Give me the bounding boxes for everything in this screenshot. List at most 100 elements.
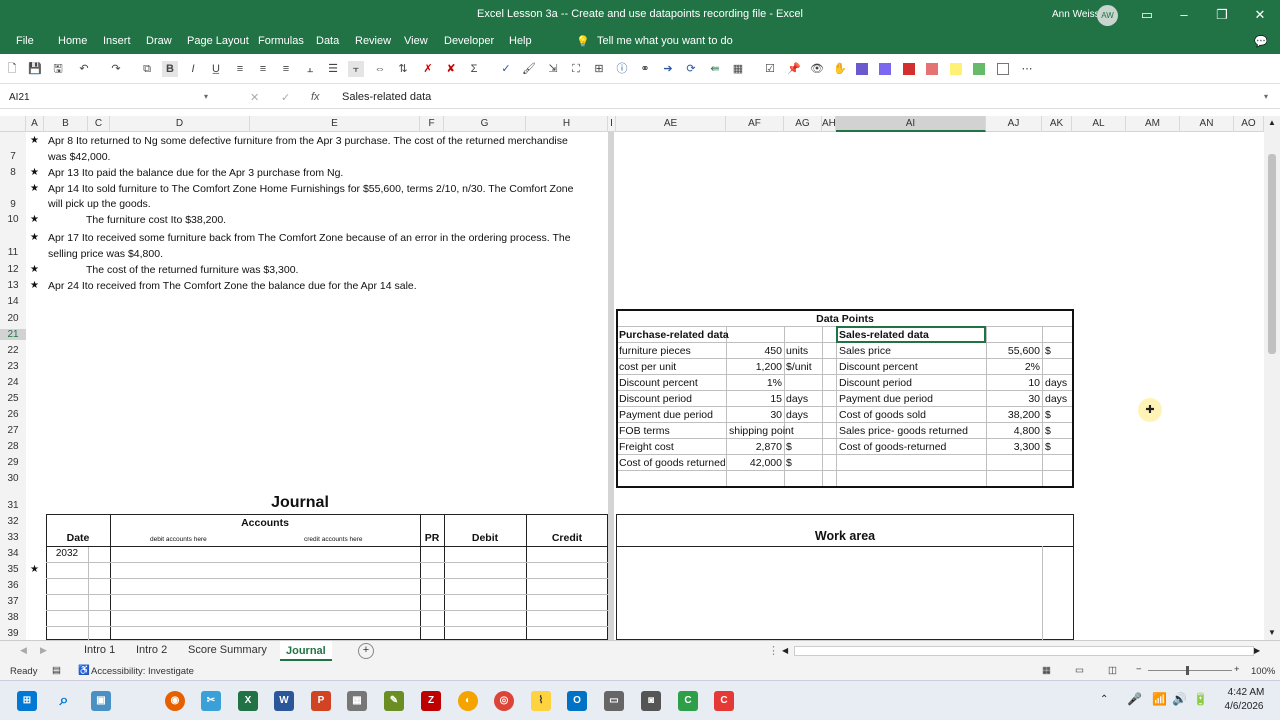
- sales-label[interactable]: Cost of goods sold: [839, 407, 926, 423]
- row-header[interactable]: 31: [0, 500, 26, 511]
- clear-format-icon[interactable]: ✗: [420, 61, 436, 77]
- color-violet-icon[interactable]: [879, 63, 891, 75]
- sales-unit[interactable]: days: [1045, 375, 1067, 391]
- row-header[interactable]: 7: [0, 151, 26, 162]
- col-header-g[interactable]: G: [444, 116, 526, 132]
- zoom-thumb[interactable]: [1186, 666, 1189, 675]
- row-header[interactable]: 24: [0, 377, 26, 388]
- sales-unit[interactable]: $: [1045, 423, 1051, 439]
- purchase-label[interactable]: Discount percent: [619, 375, 698, 391]
- transaction-text[interactable]: The furniture cost Ito $38,200.: [86, 214, 226, 226]
- transaction-text[interactable]: Apr 24 Ito received from The Comfort Zon…: [48, 280, 417, 292]
- scroll-down-icon[interactable]: ▼: [1268, 628, 1276, 637]
- sheet-tab-score-summary[interactable]: Score Summary: [188, 644, 267, 656]
- scroll-up-icon[interactable]: ▲: [1268, 118, 1276, 127]
- table-icon[interactable]: ▦: [730, 61, 746, 77]
- freeze-pane-splitter[interactable]: [608, 132, 614, 640]
- copy-icon[interactable]: ⧉: [139, 61, 155, 77]
- snipping-tool-icon[interactable]: ✂: [201, 691, 221, 711]
- row-header[interactable]: 39: [0, 628, 26, 639]
- align-left-icon[interactable]: ≡: [232, 61, 248, 77]
- grid-icon[interactable]: ⊞: [591, 61, 607, 77]
- col-header-b[interactable]: B: [44, 116, 88, 132]
- chrome-icon[interactable]: ◎: [494, 691, 514, 711]
- purchase-label[interactable]: Payment due period: [619, 407, 713, 423]
- sales-label[interactable]: Discount period: [839, 375, 912, 391]
- notepad-icon[interactable]: ✎: [384, 691, 404, 711]
- sales-value[interactable]: 3,300: [986, 439, 1040, 455]
- restore-icon[interactable]: ❐: [1211, 5, 1233, 25]
- word-icon[interactable]: W: [274, 691, 294, 711]
- more-icon[interactable]: ⋯: [1019, 61, 1035, 77]
- chevron-down-icon[interactable]: ▾: [204, 92, 208, 101]
- tab-insert[interactable]: Insert: [103, 35, 131, 47]
- eye-icon[interactable]: 👁: [809, 61, 825, 77]
- volume-icon[interactable]: 🔊: [1172, 692, 1187, 706]
- transaction-text[interactable]: The cost of the returned furniture was $…: [86, 264, 298, 276]
- active-cell-ai21[interactable]: [836, 326, 986, 343]
- purchase-value[interactable]: 30: [726, 407, 782, 423]
- purchase-value[interactable]: 1%: [726, 375, 782, 391]
- row-header[interactable]: 22: [0, 345, 26, 356]
- user-name[interactable]: Ann Weiss: [1052, 9, 1100, 20]
- transaction-text[interactable]: Apr 14 Ito sold furniture to The Comfort…: [48, 183, 573, 195]
- row-header[interactable]: 35: [0, 564, 26, 575]
- formula-input[interactable]: Sales-related data: [336, 89, 1266, 107]
- debit-hint[interactable]: debit accounts here: [150, 532, 207, 548]
- pin-icon[interactable]: 📌: [786, 61, 802, 77]
- sales-unit[interactable]: $: [1045, 343, 1051, 359]
- prev-sheet-icon[interactable]: ◀: [20, 645, 27, 656]
- sales-label[interactable]: Sales price- goods returned: [839, 423, 968, 439]
- scroll-thumb[interactable]: [1268, 154, 1276, 354]
- row-header[interactable]: 33: [0, 532, 26, 543]
- save-as-icon[interactable]: 🖫: [50, 61, 66, 77]
- battery-icon[interactable]: 🔋: [1193, 692, 1208, 706]
- col-header-ai[interactable]: AI: [836, 116, 986, 132]
- row-header[interactable]: 9: [0, 199, 26, 210]
- wifi-icon[interactable]: 📶: [1152, 692, 1167, 706]
- tab-review[interactable]: Review: [355, 35, 391, 47]
- col-header-af[interactable]: AF: [726, 116, 784, 132]
- fullscreen-icon[interactable]: ⛶: [568, 61, 584, 77]
- transaction-text[interactable]: will pick up the goods.: [48, 198, 151, 210]
- color-yellow-icon[interactable]: [950, 63, 962, 75]
- scroll-right-icon[interactable]: ▶: [1254, 646, 1260, 655]
- arrow-left-icon[interactable]: ⇚: [707, 61, 723, 77]
- sales-unit[interactable]: days: [1045, 391, 1067, 407]
- row-header[interactable]: 27: [0, 425, 26, 436]
- normal-view-icon[interactable]: ▦: [1042, 665, 1051, 676]
- row-header[interactable]: 30: [0, 473, 26, 484]
- worksheet-grid[interactable]: ★ Apr 8 Ito returned to Ng some defectiv…: [26, 132, 1264, 640]
- purchase-value[interactable]: 1,200: [726, 359, 782, 375]
- clock-date[interactable]: 4/6/2026: [1218, 701, 1270, 712]
- page-break-view-icon[interactable]: ◫: [1108, 665, 1117, 676]
- app-window-icon[interactable]: ▭: [604, 691, 624, 711]
- close-icon[interactable]: ✕: [1249, 5, 1271, 25]
- fill-icon[interactable]: ⇲: [545, 61, 561, 77]
- pr-header[interactable]: PR: [420, 530, 444, 546]
- vertical-scrollbar[interactable]: ▲ ▼: [1264, 116, 1280, 640]
- purchase-unit[interactable]: $: [786, 455, 792, 471]
- checklist-icon[interactable]: ☑: [762, 61, 778, 77]
- new-icon[interactable]: 🗋: [4, 61, 20, 77]
- tab-view[interactable]: View: [404, 35, 428, 47]
- row-header[interactable]: 36: [0, 580, 26, 591]
- transaction-text[interactable]: Apr 8 Ito returned to Ng some defective …: [48, 135, 568, 147]
- tab-formulas[interactable]: Formulas: [258, 35, 304, 47]
- row-header[interactable]: 20: [0, 313, 26, 324]
- clock-time[interactable]: 4:42 AM: [1222, 687, 1270, 698]
- transaction-text[interactable]: was $42,000.: [48, 151, 110, 163]
- tell-me-search[interactable]: Tell me what you want to do: [597, 35, 733, 47]
- color-red-hatched-icon[interactable]: [903, 63, 915, 75]
- purchase-unit[interactable]: days: [786, 407, 808, 423]
- col-header-ak[interactable]: AK: [1042, 116, 1072, 132]
- credit-hint[interactable]: credit accounts here: [304, 532, 363, 548]
- minimize-icon[interactable]: –: [1173, 5, 1195, 25]
- row-header[interactable]: 25: [0, 393, 26, 404]
- transaction-text[interactable]: Apr 17 Ito received some furniture back …: [48, 232, 571, 244]
- col-header-f[interactable]: F: [420, 116, 444, 132]
- sales-value[interactable]: 2%: [986, 359, 1040, 375]
- select-all[interactable]: [0, 116, 26, 132]
- camtasia-red-icon[interactable]: C: [714, 691, 734, 711]
- microphone-icon[interactable]: 🎤: [1127, 692, 1142, 706]
